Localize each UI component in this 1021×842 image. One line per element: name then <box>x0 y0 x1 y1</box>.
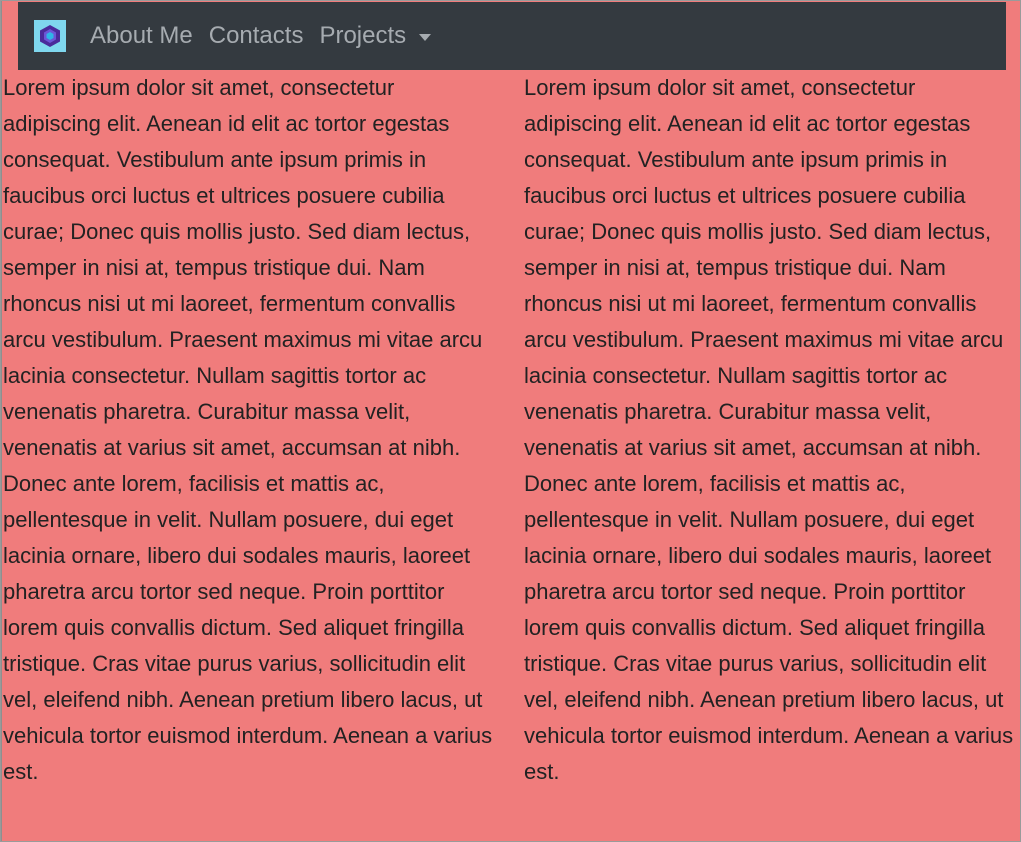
nav-dropdown-projects-label: Projects <box>319 22 407 49</box>
right-column-text: Lorem ipsum dolor sit amet, consectetur … <box>524 75 1014 784</box>
top-navbar: About Me Contacts Projects <box>18 2 1006 70</box>
brand-logo-button[interactable] <box>34 20 66 52</box>
nav-link-about-me[interactable]: About Me <box>90 24 193 48</box>
window-left-edge <box>0 0 2 842</box>
nav-link-contacts[interactable]: Contacts <box>209 24 304 48</box>
left-column-text: Lorem ipsum dolor sit amet, consectetur … <box>3 75 493 784</box>
content-columns: Lorem ipsum dolor sit amet, consectetur … <box>3 70 1021 790</box>
chevron-down-icon <box>419 33 432 41</box>
cube-logo-icon <box>40 25 60 47</box>
nav-dropdown-projects[interactable]: Projects <box>319 22 432 49</box>
